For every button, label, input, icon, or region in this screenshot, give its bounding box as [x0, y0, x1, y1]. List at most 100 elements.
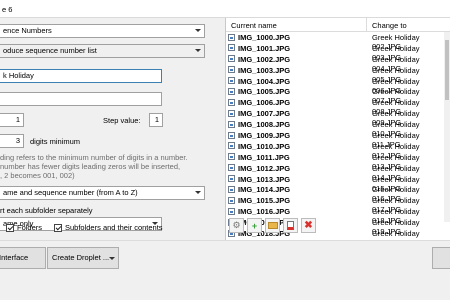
- sort-combo-value: ame and sequence number (from A to Z): [3, 188, 138, 197]
- current-name-cell: IMG_1006.JPG: [238, 98, 291, 108]
- table-row[interactable]: IMG_1011.JPG Greek Holiday 013.JPG: [226, 152, 450, 171]
- image-file-icon: [228, 77, 235, 85]
- create-droplet-button[interactable]: Create Droplet ...: [47, 247, 119, 269]
- image-file-icon: [228, 44, 235, 52]
- name-input[interactable]: k Holiday: [0, 69, 162, 83]
- folders-checkbox[interactable]: Folders: [6, 223, 42, 232]
- step-value-label: Step value:: [103, 116, 141, 125]
- partial-button-right[interactable]: [432, 247, 450, 269]
- current-name-cell: IMG_1015.JPG: [238, 196, 291, 206]
- digits-label: digits minimum: [30, 137, 81, 146]
- folders-label: Folders: [17, 223, 43, 232]
- table-row[interactable]: IMG_1001.JPG Greek Holiday 003.JPG: [226, 43, 450, 62]
- second-input[interactable]: [0, 92, 162, 106]
- table-row[interactable]: IMG_1008.JPG Greek Holiday 010.JPG: [226, 119, 450, 138]
- chevron-down-icon: [109, 257, 115, 260]
- check-icon: [54, 223, 62, 232]
- table-row[interactable]: IMG_1014.JPG Greek Holiday 016.JPG: [226, 184, 450, 203]
- sort-combo[interactable]: ame and sequence number (from A to Z): [0, 186, 205, 200]
- table-row[interactable]: IMG_1003.JPG Greek Holiday 005.JPG: [226, 65, 450, 84]
- add-folder-icon[interactable]: [265, 218, 280, 233]
- image-file-icon: [228, 55, 235, 63]
- file-list-rows: IMG_1000.JPG Greek Holiday 002.JPG IMG_100…: [226, 32, 450, 247]
- table-row[interactable]: IMG_1007.JPG Greek Holiday 009.JPG: [226, 108, 450, 127]
- check-icon: [6, 223, 14, 232]
- current-name-cell: IMG_1007.JPG: [238, 109, 291, 119]
- chevron-down-icon: [195, 29, 201, 32]
- image-file-icon: [228, 87, 235, 95]
- description-line: , 2 becomes 001, 002): [0, 171, 75, 180]
- image-file-icon: [228, 164, 235, 172]
- vertical-scrollbar[interactable]: [444, 32, 450, 222]
- add-file-icon[interactable]: +: [247, 218, 262, 233]
- table-row[interactable]: IMG_1009.JPG Greek Holiday 011.JPG: [226, 130, 450, 149]
- action-combo[interactable]: oduce sequence number list: [0, 44, 205, 58]
- table-row[interactable]: IMG_1006.JPG Greek Holiday 008.JPG: [226, 97, 450, 116]
- image-file-icon: [228, 131, 235, 139]
- method-combo[interactable]: ence Numbers: [0, 24, 205, 38]
- image-file-icon: [228, 33, 235, 41]
- file-list-panel: Current name Change to IMG_1000.JPG Greek…: [225, 18, 450, 247]
- title-bar: e 6: [0, 0, 450, 18]
- table-row[interactable]: IMG_1013.JPG Greek Holiday 015.JPG: [226, 174, 450, 193]
- image-file-icon: [228, 109, 235, 117]
- image-file-icon: [228, 207, 235, 215]
- description-line: number has fewer digits leading zeros wi…: [0, 162, 181, 171]
- image-file-icon: [228, 175, 235, 183]
- interface-button-label: Interface: [0, 253, 29, 262]
- chevron-down-icon: [195, 49, 201, 52]
- digits-description: ding refers to the minimum number of dig…: [0, 153, 220, 180]
- current-name-cell: IMG_1012.JPG: [238, 163, 291, 173]
- image-file-icon: [228, 185, 235, 193]
- table-row[interactable]: IMG_1010.JPG Greek Holiday 012.JPG: [226, 141, 450, 160]
- current-name-cell: IMG_1005.JPG: [238, 87, 291, 97]
- column-current-name[interactable]: Current name: [231, 21, 277, 30]
- column-divider[interactable]: [366, 18, 367, 32]
- subfolder-sort-label: rt each subfolder separately: [0, 206, 93, 215]
- subfolders-checkbox[interactable]: Subfolders and their contents: [54, 223, 163, 232]
- file-list-header: Current name Change to: [226, 18, 450, 32]
- image-file-icon: [228, 153, 235, 161]
- window-title: e 6: [2, 5, 13, 14]
- image-file-icon: [228, 196, 235, 204]
- current-name-cell: IMG_1004.JPG: [238, 76, 291, 86]
- current-name-cell: IMG_1011.JPG: [238, 152, 290, 162]
- table-row[interactable]: IMG_1002.JPG Greek Holiday 004.JPG: [226, 54, 450, 73]
- step-value-input[interactable]: 1: [149, 113, 163, 127]
- column-change-to[interactable]: Change to: [372, 21, 407, 30]
- image-file-icon: [228, 98, 235, 106]
- current-name-cell: IMG_1016.JPG: [238, 207, 291, 217]
- current-name-cell: IMG_1008.JPG: [238, 120, 291, 130]
- image-file-icon: [228, 142, 235, 150]
- current-name-cell: IMG_1003.JPG: [238, 65, 291, 75]
- create-droplet-label: Create Droplet ...: [52, 253, 110, 262]
- current-name-cell: IMG_1014.JPG: [238, 185, 291, 195]
- action-combo-value: oduce sequence number list: [3, 46, 97, 55]
- table-row[interactable]: IMG_1012.JPG Greek Holiday 014.JPG: [226, 163, 450, 182]
- current-name-cell: IMG_1000.JPG: [238, 33, 291, 42]
- footer-bar: Interface Create Droplet ...: [0, 240, 450, 300]
- table-row[interactable]: IMG_1016.JPG Greek Holiday 018.JPG: [226, 206, 450, 225]
- current-name-cell: IMG_1010.JPG: [238, 141, 291, 151]
- chevron-down-icon: [195, 191, 201, 194]
- clear-list-icon[interactable]: ✖: [301, 218, 316, 233]
- remove-file-icon[interactable]: [283, 218, 298, 233]
- current-name-cell: IMG_1001.JPG: [238, 43, 291, 53]
- table-row[interactable]: IMG_1015.JPG Greek Holiday 017.JPG: [226, 195, 450, 214]
- current-name-cell: IMG_1013.JPG: [238, 174, 291, 184]
- image-file-icon: [228, 66, 235, 74]
- table-row[interactable]: IMG_1005.JPG Greek Holiday 007.JPG: [226, 86, 450, 105]
- file-list-toolbar: ⚙ + ✖: [229, 218, 316, 238]
- description-line: ding refers to the minimum number of dig…: [0, 153, 188, 162]
- start-value-input[interactable]: 1: [0, 113, 24, 127]
- settings-icon[interactable]: ⚙: [229, 218, 244, 233]
- settings-panel: ence Numbers oduce sequence number list …: [0, 18, 225, 240]
- method-combo-value: ence Numbers: [3, 26, 52, 35]
- table-row[interactable]: IMG_1004.JPG Greek Holiday 006.JPG: [226, 76, 450, 95]
- table-row[interactable]: IMG_1000.JPG Greek Holiday 002.JPG: [226, 32, 450, 51]
- interface-button[interactable]: Interface: [0, 247, 46, 269]
- subfolders-label: Subfolders and their contents: [65, 223, 163, 232]
- image-file-icon: [228, 120, 235, 128]
- digits-input[interactable]: 3: [0, 134, 24, 148]
- current-name-cell: IMG_1009.JPG: [238, 131, 291, 141]
